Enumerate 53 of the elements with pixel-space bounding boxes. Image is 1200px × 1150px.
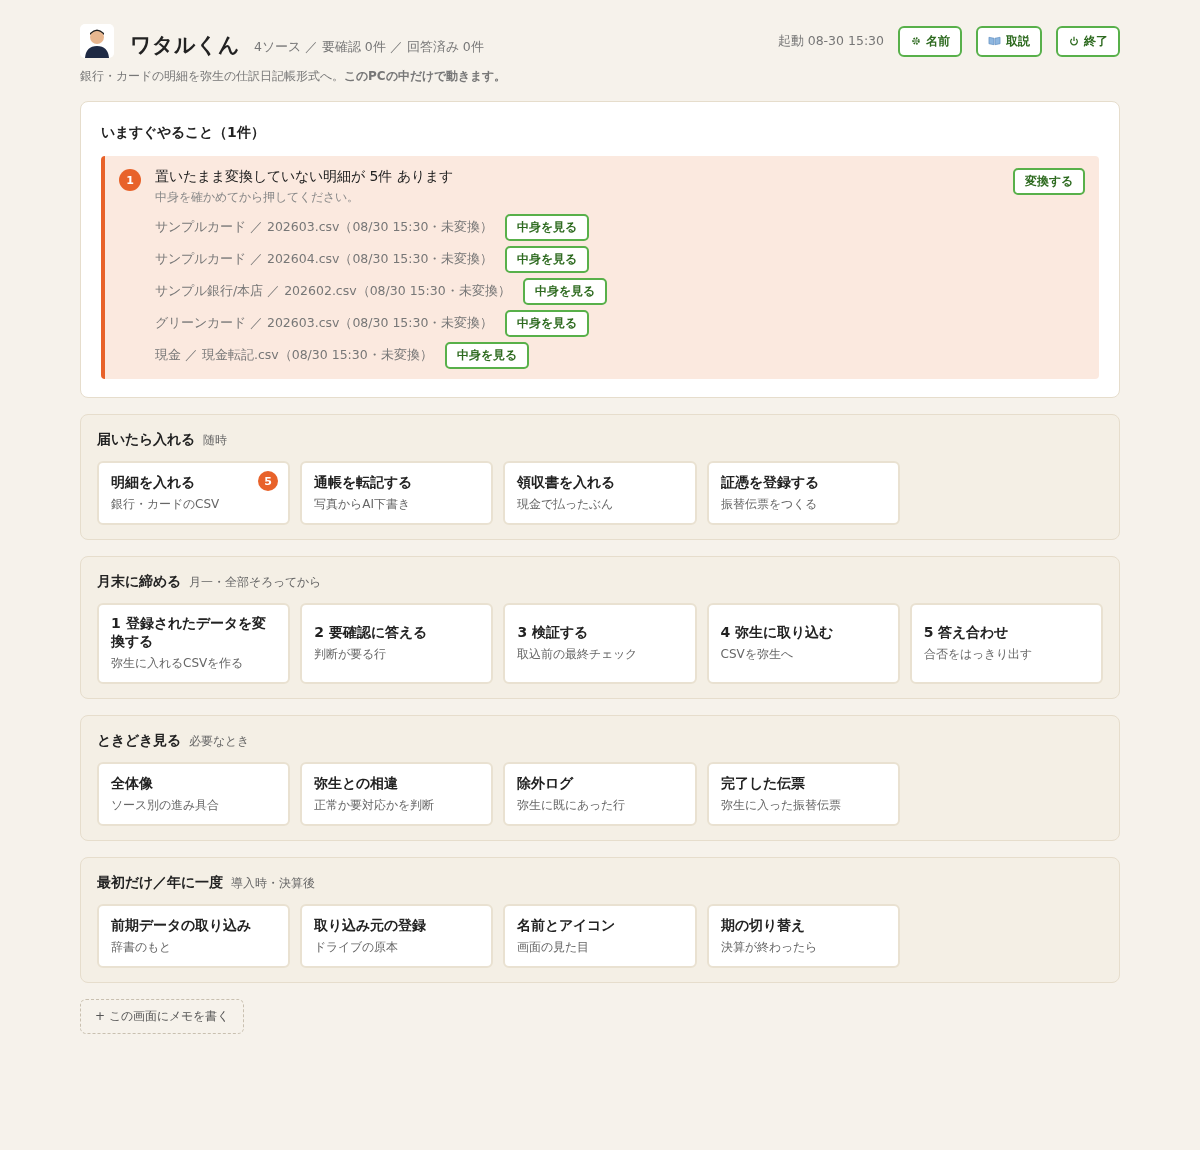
action-card[interactable]: 通帳を転記する 写真からAI下書き [300,461,494,525]
view-button[interactable]: 中身を見る [505,310,590,337]
section-note: 随時 [203,432,227,449]
file-entry: サンプルカード ／ 202603.csv（08/30 15:30・未変換） [155,219,494,236]
action-card[interactable]: 1 登録されたデータを変換する 弥生に入れるCSVを作る [97,603,291,684]
number-badge: 1 [119,169,141,191]
action-card[interactable]: 完了した伝票 弥生に入った振替伝票 [706,762,900,826]
action-card[interactable]: 3 検証する 取込前の最終チェック [503,603,697,684]
file-entry: サンプル銀行/本店 ／ 202602.csv（08/30 15:30・未変換） [155,283,511,300]
action-card[interactable]: 全体像 ソース別の進み具合 [97,762,291,826]
action-card[interactable]: 明細を入れる 銀行・カードのCSV 5 [97,461,291,525]
action-card[interactable]: 証憑を登録する 振替伝票をつくる [706,461,900,525]
book-icon [988,36,1001,46]
section-title: 最初だけ／年に一度 [97,874,223,892]
section-note: 必要なとき [189,733,249,750]
file-entry: サンプルカード ／ 202604.csv（08/30 15:30・未変換） [155,251,494,268]
add-memo-button[interactable]: + この画面にメモを書く [80,999,244,1034]
section-title: ときどき見る [97,732,181,750]
action-card[interactable]: 期の切り替え 決算が終わったら [706,904,900,968]
view-button[interactable]: 中身を見る [522,278,607,305]
app-description: 銀行・カードの明細を弥生の仕訳日記帳形式へ。このPCの中だけで動きます。 [80,68,507,85]
section-note: 月一・全部そろってから [189,574,321,591]
section-title: 月末に締める [97,573,181,591]
start-time: 起動 08-30 15:30 [777,32,884,50]
section-title: 届いたら入れる [97,431,195,449]
manual-button[interactable]: 取説 [976,25,1042,57]
avatar-icon [80,24,114,58]
app-title: ワタルくん [130,32,240,59]
action-card[interactable]: 取り込み元の登録 ドライブの原本 [300,904,494,968]
action-card[interactable]: 5 答え合わせ 合否をはっきり出す [909,603,1103,684]
power-icon [1068,36,1079,46]
settings-icon [910,36,921,46]
section-note: 導入時・決算後 [231,875,315,892]
status-summary: 4ソース ／ 要確認 0件 ／ 回答済み 0件 [254,38,484,56]
file-entry: 現金 ／ 現金転記.csv（08/30 15:30・未変換） [155,347,433,364]
action-card[interactable]: 4 弥生に取り込む CSVを弥生へ [706,603,900,684]
action-card[interactable]: 弥生との相違 正常か要対応かを判断 [300,762,494,826]
view-button[interactable]: 中身を見る [444,342,529,369]
action-card[interactable]: 領収書を入れる 現金で払ったぶん [503,461,697,525]
alert-hint: 中身を確かめてから押してください。 [155,189,360,206]
view-button[interactable]: 中身を見る [505,246,590,273]
alert-title: 置いたまま変換していない明細が 5件 あります [155,168,454,186]
count-badge: 5 [258,471,279,491]
convert-button[interactable]: 変換する [1013,168,1085,195]
action-card[interactable]: 2 要確認に答える 判断が要る行 [300,603,494,684]
settings-button[interactable]: 名前 [898,25,962,57]
file-entry: グリーンカード ／ 202603.csv（08/30 15:30・未変換） [155,315,494,332]
action-card[interactable]: 前期データの取り込み 辞書のもと [97,904,291,968]
panel-title: いますぐやること（1件） [101,124,266,142]
quit-button[interactable]: 終了 [1056,25,1120,57]
action-card[interactable]: 除外ログ 弥生に既にあった行 [503,762,697,826]
view-button[interactable]: 中身を見る [505,214,590,241]
action-card[interactable]: 名前とアイコン 画面の見た目 [503,904,697,968]
